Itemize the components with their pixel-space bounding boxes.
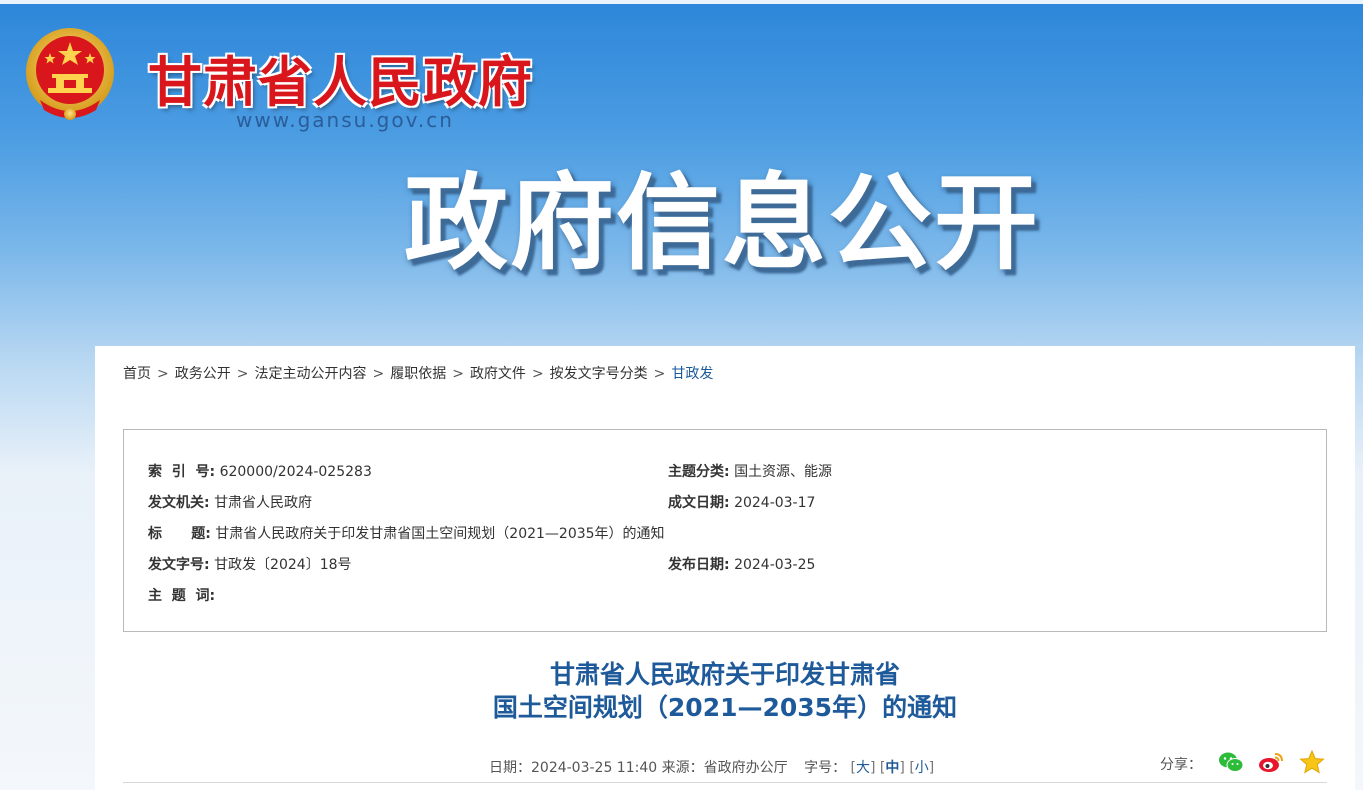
font-size-medium-button[interactable]: 中 xyxy=(885,760,899,776)
top-line xyxy=(0,0,1363,4)
font-size-large-button[interactable]: 大 xyxy=(856,760,870,776)
info-published: 发布日期: 2024-03-25 xyxy=(668,554,815,574)
info-created: 成文日期: 2024-03-17 xyxy=(668,492,815,512)
content-panel: 首页 > 政务公开 > 法定主动公开内容 > 履职依据 > 政府文件 > 按发文字号分类 > 甘政发 索… xyxy=(95,346,1355,790)
site-name[interactable]: 甘肃省人民政府 xyxy=(148,38,533,117)
article-title-line1: 甘肃省人民政府关于印发甘肃省 xyxy=(549,660,900,689)
favorite-star-icon[interactable] xyxy=(1299,750,1325,774)
meta-divider xyxy=(123,782,1327,783)
info-value: 2024-03-17 xyxy=(734,495,816,511)
info-label: 成文日期: xyxy=(668,495,730,511)
document-info-box: 索 引 号: 620000/2024-025283 主题分类: 国土资源、能源 … xyxy=(123,429,1327,632)
info-value: 甘政发〔2024〕18号 xyxy=(214,557,352,573)
article-date: 日期：2024-03-25 11:40 xyxy=(489,760,658,776)
site-url[interactable]: www.gansu.gov.cn xyxy=(236,108,454,132)
breadcrumb-home[interactable]: 首页 xyxy=(123,366,151,382)
article-title: 甘肃省人民政府关于印发甘肃省 国土空间规划（2021—2035年）的通知 xyxy=(95,658,1355,724)
breadcrumb-statutory[interactable]: 法定主动公开内容 xyxy=(254,366,366,382)
breadcrumb: 首页 > 政务公开 > 法定主动公开内容 > 履职依据 > 政府文件 > 按发文字号分类 > 甘政发 xyxy=(123,363,713,383)
breadcrumb-sep: > xyxy=(157,366,169,382)
article-meta: 日期：2024-03-25 11:40 来源：省政府办公厅 字号： [大] [中… xyxy=(489,760,935,776)
breadcrumb-sep: > xyxy=(236,366,249,382)
font-size-small-button[interactable]: 小 xyxy=(915,760,929,776)
info-issuer: 发文机关: 甘肃省人民政府 xyxy=(148,492,312,512)
info-title: 标 题: 甘肃省人民政府关于印发甘肃省国土空间规划（2021—2035年）的通知 xyxy=(148,523,665,543)
info-label: 主题分类: xyxy=(668,464,730,480)
breadcrumb-gov-docs[interactable]: 政府文件 xyxy=(470,366,526,382)
info-label: 发布日期: xyxy=(668,557,730,573)
info-label: 主 题 词: xyxy=(148,588,216,604)
section-title: 政府信息公开 xyxy=(404,162,1041,284)
breadcrumb-sep: > xyxy=(653,366,666,382)
info-value: 国土资源、能源 xyxy=(734,464,833,480)
info-index-no: 索 引 号: 620000/2024-025283 xyxy=(148,461,372,481)
breadcrumb-sep: > xyxy=(452,366,464,382)
font-size-label: 字号： xyxy=(804,760,847,776)
national-emblem-icon[interactable] xyxy=(24,26,116,124)
info-value: 甘肃省人民政府 xyxy=(214,495,313,511)
breadcrumb-by-doc-no[interactable]: 按发文字号分类 xyxy=(550,366,648,382)
wechat-icon[interactable] xyxy=(1218,750,1244,774)
info-label: 发文机关: xyxy=(148,495,210,511)
info-doc-no: 发文字号: 甘政发〔2024〕18号 xyxy=(148,554,352,574)
page-banner: 甘肃省人民政府 www.gansu.gov.cn 政府信息公开 首页 > 政务公开 >… xyxy=(0,0,1363,790)
share-label: 分享： xyxy=(1160,757,1202,773)
breadcrumb-duties[interactable]: 履职依据 xyxy=(390,366,446,382)
article-source: 来源：省政府办公厅 xyxy=(661,760,788,776)
breadcrumb-current[interactable]: 甘政发 xyxy=(671,366,713,382)
info-label: 发文字号: xyxy=(148,557,210,573)
info-value: 620000/2024-025283 xyxy=(219,464,372,480)
info-label: 标 题: xyxy=(148,526,211,542)
breadcrumb-sep: > xyxy=(531,366,544,382)
info-keywords: 主 题 词: xyxy=(148,585,215,605)
breadcrumb-sep: > xyxy=(372,366,385,382)
weibo-icon[interactable] xyxy=(1258,750,1284,774)
info-topic: 主题分类: 国土资源、能源 xyxy=(668,461,832,481)
info-value: 甘肃省人民政府关于印发甘肃省国土空间规划（2021—2035年）的通知 xyxy=(215,526,665,542)
article-title-line2: 国土空间规划（2021—2035年）的通知 xyxy=(492,693,958,722)
info-value: 2024-03-25 xyxy=(734,557,816,573)
info-label: 索 引 号: xyxy=(148,464,216,480)
breadcrumb-gov-affairs[interactable]: 政务公开 xyxy=(175,366,231,382)
